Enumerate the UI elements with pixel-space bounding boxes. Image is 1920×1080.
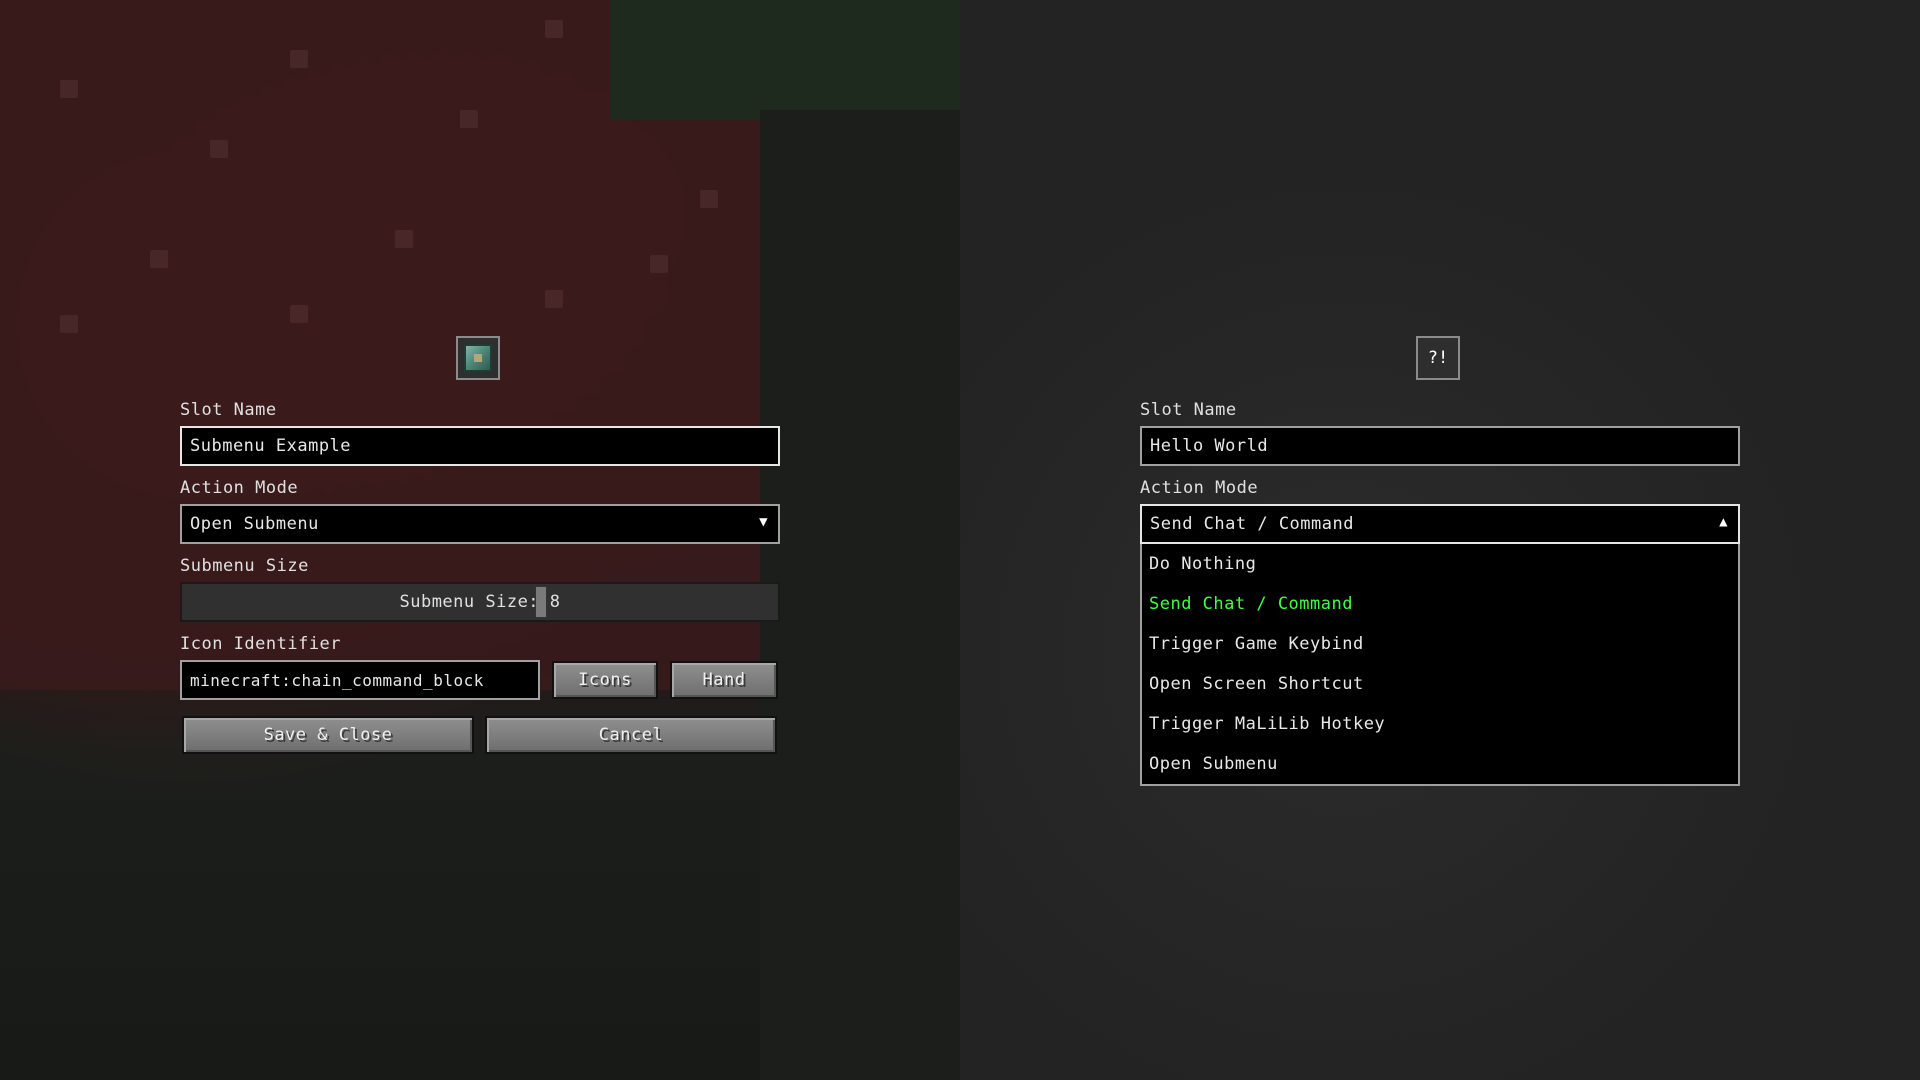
- background-dot: [150, 250, 168, 268]
- cancel-button[interactable]: Cancel: [485, 716, 777, 754]
- action-mode-dropdown[interactable]: Send Chat / Command ▲: [1140, 504, 1740, 544]
- background-dot: [290, 50, 308, 68]
- background-dot: [290, 305, 308, 323]
- action-mode-label: Action Mode: [180, 478, 299, 498]
- slider-handle[interactable]: [535, 586, 547, 618]
- dropdown-option-trigger-malilib-hotkey[interactable]: Trigger MaLiLib Hotkey: [1142, 704, 1738, 744]
- icon-identifier-input[interactable]: minecraft:chain_command_block: [180, 660, 540, 700]
- icons-button[interactable]: Icons: [552, 661, 658, 699]
- background-dot: [460, 110, 478, 128]
- background-dot: [650, 255, 668, 273]
- chain-command-block-icon: [464, 344, 492, 372]
- background-dot: [210, 140, 228, 158]
- submenu-size-slider[interactable]: Submenu Size: 8: [180, 582, 780, 622]
- dropdown-option-open-screen-shortcut[interactable]: Open Screen Shortcut: [1142, 664, 1738, 704]
- icon-identifier-label: Icon Identifier: [180, 634, 342, 654]
- slot-name-label: Slot Name: [180, 400, 277, 420]
- background-dot: [700, 190, 718, 208]
- action-mode-value: Open Submenu: [190, 514, 319, 534]
- action-mode-value: Send Chat / Command: [1150, 514, 1354, 534]
- dropdown-option-send-chat-command[interactable]: Send Chat / Command: [1142, 584, 1738, 624]
- action-mode-label: Action Mode: [1140, 478, 1259, 498]
- background-dot: [545, 290, 563, 308]
- chevron-down-icon: ▼: [759, 514, 768, 530]
- action-mode-dropdown[interactable]: Open Submenu ▼: [180, 504, 780, 544]
- slot-icon-preview[interactable]: ?!: [1416, 336, 1460, 380]
- background-dot: [545, 20, 563, 38]
- slot-name-input[interactable]: Submenu Example: [180, 426, 780, 466]
- background-dot: [60, 315, 78, 333]
- save-and-close-button[interactable]: Save & Close: [182, 716, 474, 754]
- submenu-size-label: Submenu Size: [180, 556, 309, 576]
- chevron-up-icon: ▲: [1719, 514, 1728, 530]
- left-dark-blocks: [760, 110, 960, 1080]
- background-dot: [60, 80, 78, 98]
- background-dot: [395, 230, 413, 248]
- dropdown-option-do-nothing[interactable]: Do Nothing: [1142, 544, 1738, 584]
- dropdown-option-open-submenu[interactable]: Open Submenu: [1142, 744, 1738, 784]
- placeholder-icon: ?!: [1427, 348, 1449, 368]
- action-mode-dropdown-menu: Do Nothing Send Chat / Command Trigger G…: [1140, 544, 1740, 786]
- slot-name-input[interactable]: Hello World: [1140, 426, 1740, 466]
- slot-name-label: Slot Name: [1140, 400, 1237, 420]
- dropdown-option-trigger-game-keybind[interactable]: Trigger Game Keybind: [1142, 624, 1738, 664]
- left-green-block: [610, 0, 960, 120]
- slot-icon-preview[interactable]: [456, 336, 500, 380]
- hand-button[interactable]: Hand: [670, 661, 778, 699]
